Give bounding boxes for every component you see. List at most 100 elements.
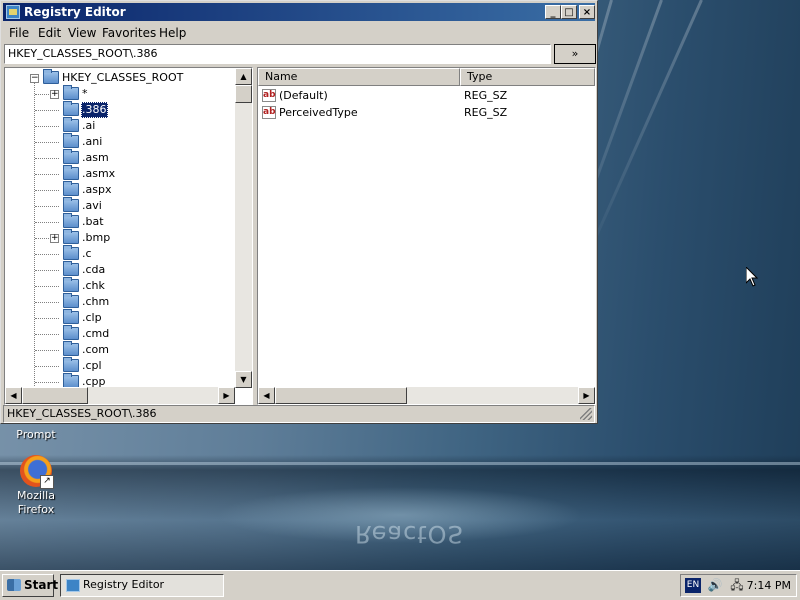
expand-icon[interactable]: + bbox=[50, 90, 59, 99]
scroll-left-button[interactable]: ◀ bbox=[5, 387, 22, 404]
value-name: PerceivedType bbox=[279, 106, 358, 119]
volume-icon[interactable]: 🔊 bbox=[707, 578, 723, 593]
start-label: Start bbox=[24, 578, 59, 592]
close-button[interactable]: × bbox=[579, 5, 595, 19]
status-bar: HKEY_CLASSES_ROOT\.386 bbox=[3, 405, 595, 423]
network-icon[interactable]: 🖧 bbox=[729, 578, 745, 593]
tree-guide-line bbox=[35, 382, 59, 383]
scroll-thumb[interactable] bbox=[22, 387, 88, 404]
scroll-down-button[interactable]: ▼ bbox=[235, 371, 252, 388]
folder-icon bbox=[63, 229, 79, 244]
scroll-right-button[interactable]: ▶ bbox=[218, 387, 235, 404]
tree-guide-line bbox=[35, 270, 59, 271]
resize-grip-icon[interactable] bbox=[580, 408, 592, 420]
collapse-icon[interactable]: − bbox=[30, 74, 39, 83]
tree-item-label: .cmd bbox=[82, 327, 110, 340]
folder-icon bbox=[63, 325, 79, 340]
scroll-up-button[interactable]: ▲ bbox=[235, 68, 252, 85]
maximize-icon: □ bbox=[564, 7, 574, 18]
desktop-icon-label: Mozilla bbox=[17, 489, 55, 502]
menu-bar: File Edit View Favorites Help bbox=[3, 23, 595, 42]
address-bar[interactable]: HKEY_CLASSES_ROOT\.386 bbox=[4, 44, 551, 64]
registry-editor-window: Registry Editor _ □ × File Edit View Fav… bbox=[0, 0, 598, 424]
tree-item-label: .asmx bbox=[82, 167, 116, 180]
folder-icon bbox=[63, 197, 79, 212]
list-horizontal-scrollbar[interactable]: ◀ ▶ bbox=[258, 387, 595, 404]
tree-guide-line bbox=[35, 366, 59, 367]
key-tree-pane[interactable]: − HKEY_CLASSES_ROOT + * .386 .ai .ani .asm .asmx… bbox=[4, 67, 253, 405]
system-tray: EN 🔊 🖧 7:14 PM bbox=[680, 574, 797, 597]
tree-item-label: * bbox=[82, 87, 88, 100]
string-value-icon: ab bbox=[262, 89, 276, 102]
tree-item-label: .chk bbox=[82, 279, 105, 292]
folder-icon bbox=[63, 165, 79, 180]
tree-horizontal-scrollbar[interactable]: ◀ ▶ bbox=[5, 387, 235, 404]
tree-guide-line bbox=[35, 174, 59, 175]
value-type: REG_SZ bbox=[464, 89, 508, 102]
folder-icon bbox=[63, 101, 79, 116]
tree-item-label: .chm bbox=[82, 295, 110, 308]
tree-item-label: .asm bbox=[82, 151, 109, 164]
menu-help[interactable]: Help bbox=[159, 26, 186, 40]
scroll-thumb[interactable] bbox=[275, 387, 407, 404]
go-button[interactable]: » bbox=[554, 44, 596, 64]
scroll-thumb[interactable] bbox=[235, 85, 252, 103]
column-header-type[interactable]: Type bbox=[460, 68, 595, 86]
start-logo-icon bbox=[7, 579, 21, 591]
tree-item-label: .ani bbox=[82, 135, 103, 148]
tree-guide-line bbox=[35, 318, 59, 319]
tree-guide-line bbox=[35, 222, 59, 223]
minimize-icon: _ bbox=[550, 7, 556, 18]
registry-editor-icon bbox=[6, 5, 20, 19]
list-item[interactable]: ab (Default) REG_SZ bbox=[260, 87, 590, 104]
minimize-button[interactable]: _ bbox=[545, 5, 561, 19]
menu-view[interactable]: View bbox=[68, 26, 96, 40]
desktop-icon-label: Firefox bbox=[17, 503, 55, 516]
list-item[interactable]: ab PerceivedType REG_SZ bbox=[260, 104, 590, 121]
folder-icon bbox=[63, 293, 79, 308]
taskbar-button-registry-editor[interactable]: Registry Editor bbox=[60, 574, 224, 597]
close-icon: × bbox=[582, 7, 592, 18]
menu-favorites[interactable]: Favorites bbox=[102, 26, 156, 40]
column-header-name[interactable]: Name bbox=[258, 68, 460, 86]
scroll-right-button[interactable]: ▶ bbox=[578, 387, 595, 404]
tree-guide-line bbox=[35, 286, 59, 287]
tree-guide-line bbox=[35, 126, 59, 127]
tree-guide-line bbox=[35, 350, 59, 351]
clock[interactable]: 7:14 PM bbox=[747, 578, 791, 593]
menu-edit[interactable]: Edit bbox=[38, 26, 61, 40]
registry-editor-icon bbox=[66, 579, 80, 592]
maximize-button[interactable]: □ bbox=[561, 5, 577, 19]
folder-icon bbox=[43, 69, 59, 84]
string-value-icon: ab bbox=[262, 106, 276, 119]
value-name: (Default) bbox=[279, 89, 328, 102]
desktop-icon-firefox[interactable]: ↗ Mozilla Firefox bbox=[0, 455, 72, 517]
title-bar[interactable]: Registry Editor _ □ × bbox=[3, 3, 595, 21]
horizon-line bbox=[0, 462, 800, 465]
language-indicator[interactable]: EN bbox=[685, 578, 701, 593]
status-text: HKEY_CLASSES_ROOT\.386 bbox=[7, 407, 157, 420]
tree-guide-line bbox=[35, 206, 59, 207]
values-list-pane[interactable]: Name Type ab (Default) REG_SZ ab Perceiv… bbox=[257, 67, 596, 405]
tree-item-label: HKEY_CLASSES_ROOT bbox=[62, 71, 184, 84]
tree-item-label: .386 bbox=[81, 102, 108, 118]
tree-guide-line bbox=[35, 158, 59, 159]
value-type: REG_SZ bbox=[464, 106, 508, 119]
folder-icon bbox=[63, 277, 79, 292]
desktop-icon-command-prompt[interactable]: Prompt bbox=[0, 428, 72, 442]
tree-vertical-scrollbar[interactable]: ▲ ▼ bbox=[235, 68, 252, 388]
scroll-left-button[interactable]: ◀ bbox=[258, 387, 275, 404]
folder-icon bbox=[63, 261, 79, 276]
folder-icon bbox=[63, 309, 79, 324]
tree-guide-line bbox=[34, 78, 35, 388]
tree-item-label: .bat bbox=[82, 215, 104, 228]
folder-icon bbox=[63, 85, 79, 100]
expand-icon[interactable]: + bbox=[50, 234, 59, 243]
tree-item-label: .ai bbox=[82, 119, 96, 132]
menu-file[interactable]: File bbox=[9, 26, 29, 40]
taskbar: Start Registry Editor EN 🔊 🖧 7:14 PM bbox=[0, 570, 800, 600]
tree-guide-line bbox=[35, 254, 59, 255]
start-button[interactable]: Start bbox=[2, 574, 58, 597]
window-title: Registry Editor bbox=[24, 5, 126, 19]
tree-guide-line bbox=[35, 334, 59, 335]
